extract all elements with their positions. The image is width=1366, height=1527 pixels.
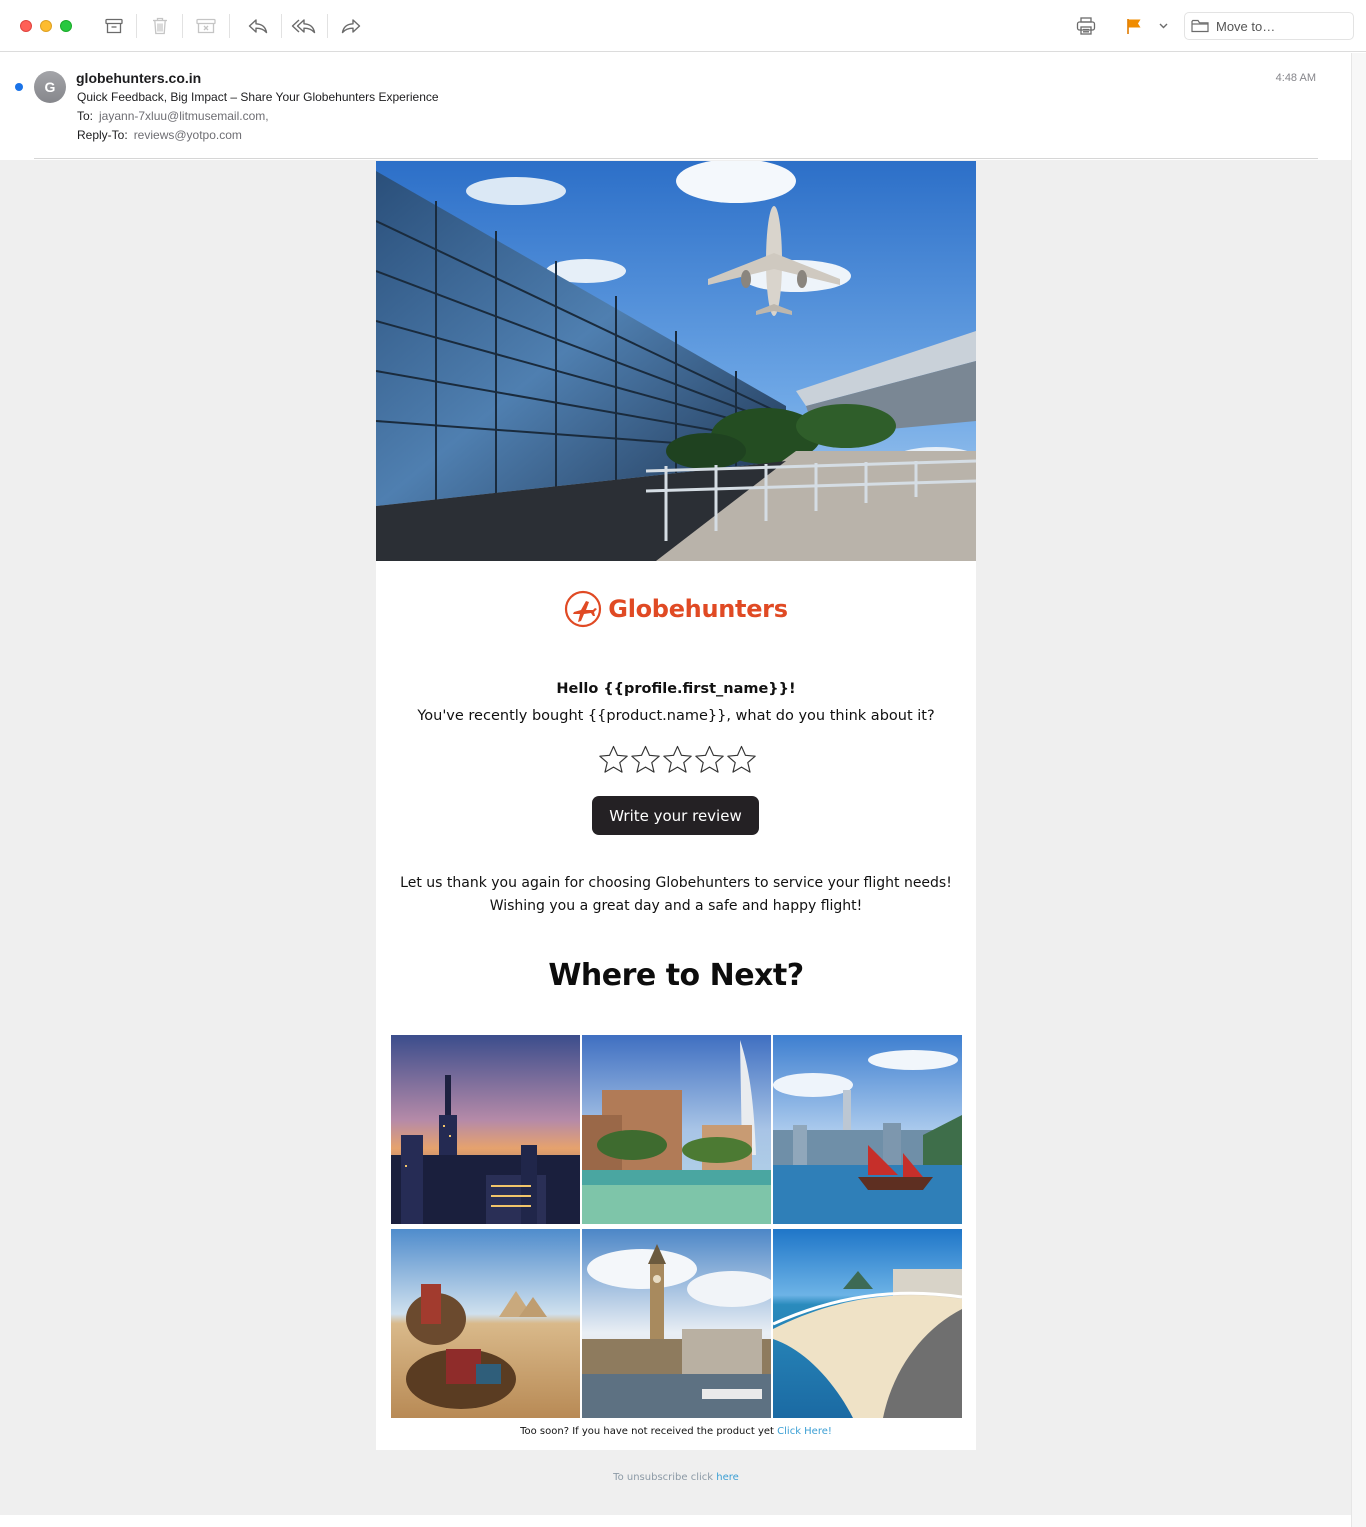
- flag-icon: [1127, 18, 1141, 34]
- destination-grid: [391, 1035, 962, 1418]
- to-label: To:: [77, 109, 94, 123]
- received-time: 4:48 AM: [1275, 72, 1316, 84]
- star-icon[interactable]: [694, 744, 725, 776]
- destination-hong-kong-image[interactable]: [773, 1035, 962, 1224]
- avatar: G: [34, 71, 66, 103]
- close-window-button[interactable]: [20, 20, 32, 32]
- minimize-window-button[interactable]: [40, 20, 52, 32]
- reply-to-label: Reply-To:: [77, 128, 128, 142]
- to-line: To: jayann-7xluu@litmusemail.com,: [77, 109, 269, 123]
- unsubscribe-note: To unsubscribe click here: [376, 1472, 976, 1483]
- move-to-dropdown[interactable]: Move to…: [1184, 12, 1354, 40]
- destination-egypt-image[interactable]: [391, 1229, 580, 1418]
- sender-name[interactable]: globehunters.co.in: [76, 70, 201, 86]
- move-to-label: Move to…: [1216, 18, 1276, 34]
- reply-to-address[interactable]: reviews@yotpo.com: [134, 128, 242, 142]
- write-review-button[interactable]: Write your review: [592, 796, 759, 835]
- destination-rio-image[interactable]: [773, 1229, 962, 1418]
- hero-image: [376, 161, 976, 561]
- toolbar-separator: [281, 14, 282, 38]
- reply-to-line: Reply-To: reviews@yotpo.com: [77, 128, 242, 142]
- too-soon-text: Too soon? If you have not received the p…: [520, 1426, 774, 1437]
- trash-icon: [153, 17, 167, 35]
- unsubscribe-link[interactable]: here: [716, 1472, 739, 1483]
- star-icon[interactable]: [662, 744, 693, 776]
- greeting: Hello {{profile.first_name}}!: [556, 681, 796, 697]
- print-button[interactable]: [1073, 12, 1099, 40]
- forward-button[interactable]: [338, 12, 364, 40]
- forward-icon: [341, 19, 361, 34]
- destination-london-image[interactable]: [582, 1229, 771, 1418]
- too-soon-note: Too soon? If you have not received the p…: [376, 1426, 976, 1437]
- airport-terminal-image: [376, 161, 976, 561]
- scrollbar[interactable]: [1351, 53, 1366, 1527]
- email-body: Globehunters Hello {{profile.first_name}…: [0, 160, 1351, 1515]
- reply-icon: [248, 19, 268, 34]
- archive-icon: [105, 18, 123, 34]
- destination-new-york-image[interactable]: [391, 1035, 580, 1224]
- brand-logo[interactable]: Globehunters: [376, 589, 976, 629]
- thank-you-message: Let us thank you again for choosing Glob…: [376, 872, 976, 918]
- zoom-window-button[interactable]: [60, 20, 72, 32]
- subject-line: Quick Feedback, Big Impact – Share Your …: [77, 90, 439, 104]
- reply-all-icon: [291, 19, 316, 34]
- header-divider: [34, 158, 1318, 159]
- click-here-link[interactable]: Click Here!: [777, 1426, 832, 1437]
- delete-button[interactable]: [148, 12, 172, 40]
- flag-button[interactable]: [1122, 12, 1146, 40]
- message-header: G globehunters.co.in Quick Feedback, Big…: [0, 53, 1351, 160]
- product-question: You've recently bought {{product.name}},…: [417, 708, 935, 724]
- plane-globe-icon: [565, 590, 602, 628]
- reply-button[interactable]: [245, 12, 271, 40]
- printer-icon: [1076, 17, 1096, 35]
- toolbar-separator: [136, 14, 137, 38]
- chevron-down-icon: [1159, 23, 1167, 29]
- star-icon[interactable]: [726, 744, 757, 776]
- unread-indicator[interactable]: [15, 83, 23, 91]
- destination-dubai-image[interactable]: [582, 1035, 771, 1224]
- brand-name: Globehunters: [608, 595, 788, 623]
- thank-you-line-2: Wishing you a great day and a safe and h…: [489, 898, 863, 914]
- folder-icon: [1191, 19, 1209, 33]
- unsubscribe-text: To unsubscribe click: [613, 1472, 714, 1483]
- toolbar: Move to…: [0, 0, 1366, 52]
- star-icon[interactable]: [630, 744, 661, 776]
- thank-you-line-1: Let us thank you again for choosing Glob…: [400, 875, 952, 891]
- junk-icon: [196, 18, 216, 34]
- toolbar-separator: [182, 14, 183, 38]
- toolbar-separator: [327, 14, 328, 38]
- star-rating[interactable]: [598, 744, 758, 778]
- archive-button[interactable]: [102, 12, 126, 40]
- to-address[interactable]: jayann-7xluu@litmusemail.com,: [99, 109, 269, 123]
- reply-all-button[interactable]: [290, 12, 318, 40]
- where-to-next-heading: Where to Next?: [548, 958, 804, 993]
- junk-button[interactable]: [193, 12, 219, 40]
- flag-menu-button[interactable]: [1155, 12, 1171, 40]
- email-card: Globehunters Hello {{profile.first_name}…: [376, 161, 976, 1450]
- toolbar-separator: [229, 14, 230, 38]
- star-icon[interactable]: [598, 744, 629, 776]
